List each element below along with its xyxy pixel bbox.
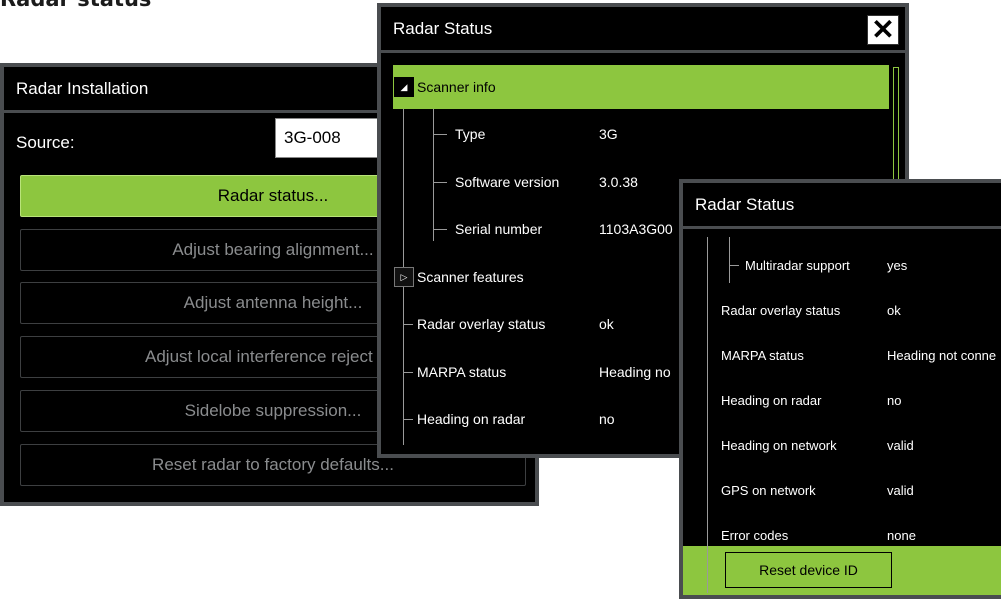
radar-status-panel-scrolled: Radar Status Multiradar support yes Rada… bbox=[679, 179, 1001, 599]
row-label: Software version bbox=[455, 174, 560, 190]
row-label: Multiradar support bbox=[745, 257, 850, 273]
row-value: 1103A3G00 bbox=[599, 221, 673, 237]
page-heading: Radar status bbox=[0, 0, 151, 11]
tree-row: MARPA status Heading not conne bbox=[697, 333, 1001, 377]
row-value: ok bbox=[599, 316, 614, 332]
row-value: Heading not conne bbox=[887, 347, 997, 363]
row-value: no bbox=[887, 392, 902, 408]
tree-row: Heading on network valid bbox=[697, 423, 1001, 467]
row-value: valid bbox=[887, 482, 914, 498]
row-value: none bbox=[887, 527, 916, 543]
tree-row: Error codes none bbox=[697, 513, 1001, 557]
row-label: Heading on radar bbox=[417, 411, 526, 427]
row-label: Radar overlay status bbox=[417, 316, 546, 332]
triangle-expanded-icon: ◢ bbox=[394, 77, 414, 97]
row-label: Serial number bbox=[455, 221, 543, 237]
row-label: Heading on network bbox=[721, 437, 837, 453]
row-value: valid bbox=[887, 437, 914, 453]
triangle-collapsed-icon: ▷ bbox=[394, 267, 414, 287]
row-label: Radar overlay status bbox=[721, 302, 841, 318]
panel-title: Radar Status bbox=[381, 7, 905, 53]
row-value: 3.0.38 bbox=[599, 174, 638, 190]
row-value: yes bbox=[887, 257, 908, 273]
status-tree: Multiradar support yes Radar overlay sta… bbox=[697, 233, 1001, 593]
reset-device-id-button[interactable]: Reset device ID bbox=[725, 552, 892, 588]
close-icon: ✕ bbox=[871, 14, 895, 45]
close-button[interactable]: ✕ bbox=[867, 15, 899, 45]
tree-row: GPS on network valid bbox=[697, 468, 1001, 512]
row-label: GPS on network bbox=[721, 482, 816, 498]
row-value: no bbox=[599, 411, 615, 427]
row-label: Error codes bbox=[721, 527, 789, 543]
row-label: MARPA status bbox=[721, 347, 804, 363]
tree-row: Multiradar support yes bbox=[697, 243, 1001, 287]
tree-item-scanner-info[interactable]: ◢ Scanner info bbox=[393, 65, 889, 109]
tree-row: Heading on radar no bbox=[697, 378, 1001, 422]
row-label: Type bbox=[455, 126, 486, 142]
tree-row: Type 3G bbox=[393, 112, 889, 156]
row-value: ok bbox=[887, 302, 901, 318]
row-value: 3G bbox=[599, 126, 618, 142]
panel-title: Radar Status bbox=[683, 183, 1001, 229]
source-label: Source: bbox=[16, 133, 75, 152]
row-label: Heading on radar bbox=[721, 392, 822, 408]
row-value: Heading no bbox=[599, 364, 671, 380]
tree-row: Radar overlay status ok bbox=[697, 288, 1001, 332]
row-label: MARPA status bbox=[417, 364, 507, 380]
